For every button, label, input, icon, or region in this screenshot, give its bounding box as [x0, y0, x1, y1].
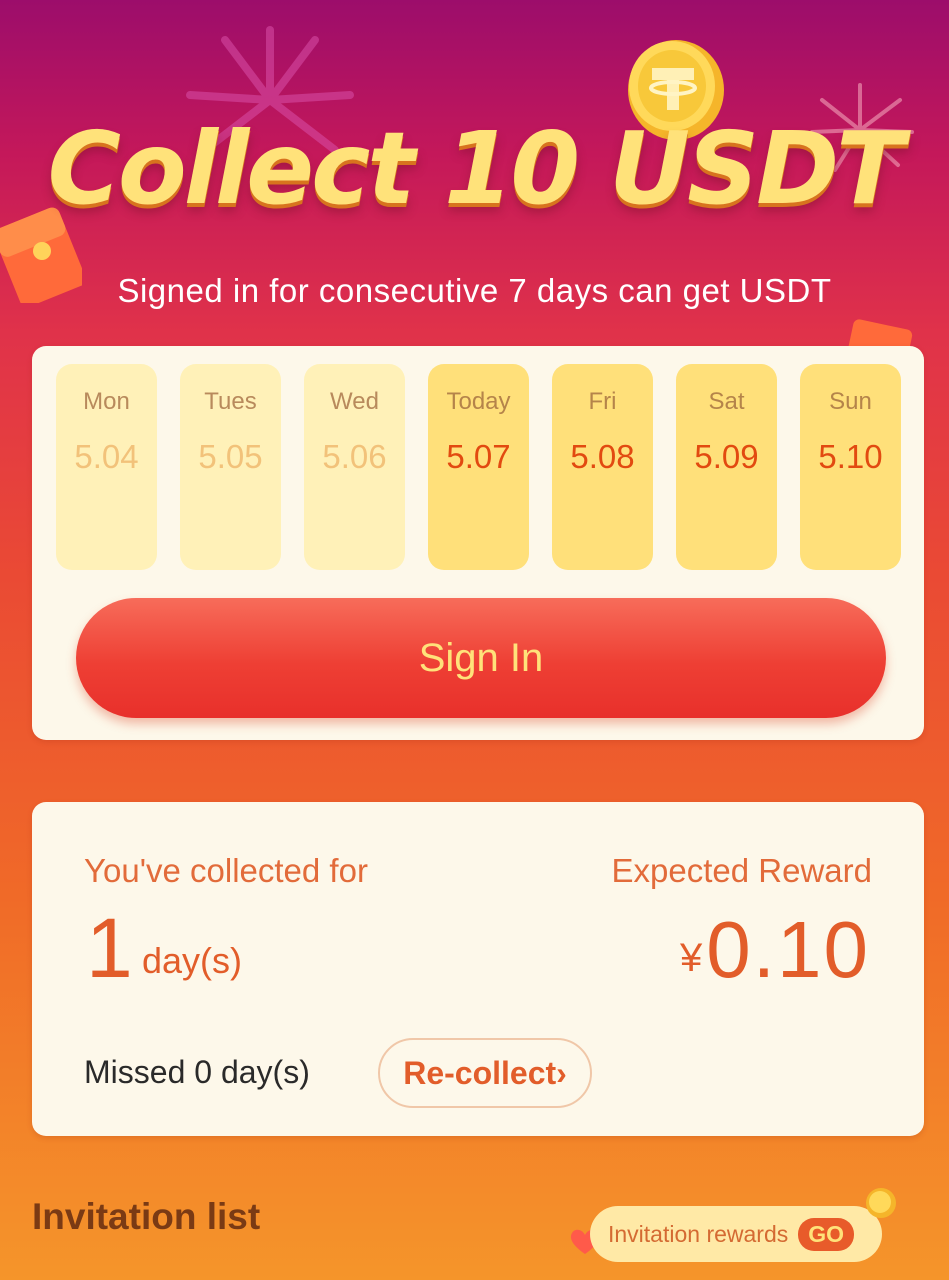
day-name: Tues [204, 388, 257, 415]
expected-reward-amount: ¥0.10 [680, 904, 870, 996]
sign-in-button[interactable]: Sign In [76, 598, 886, 718]
page-subtitle: Signed in for consecutive 7 days can get… [117, 272, 832, 309]
invitation-rewards-label: Invitation rewards [608, 1220, 789, 1247]
collected-days-unit: day(s) [142, 940, 243, 981]
day-cell-today: Today 5.07 [428, 364, 529, 570]
day-date: 5.08 [570, 438, 635, 475]
day-list: Mon 5.04 Tues 5.05 Wed 5.06 Today 5.07 F… [56, 364, 901, 570]
day-cell-mon: Mon 5.04 [56, 364, 157, 570]
day-name: Fri [588, 388, 617, 415]
go-badge: GO [798, 1217, 855, 1251]
day-name: Mon [83, 388, 130, 415]
invitation-list-title: Invitation list [32, 1196, 261, 1237]
invitation-rewards-button[interactable]: Invitation rewards GO [590, 1206, 882, 1262]
day-name: Today [446, 388, 511, 415]
day-name: Sat [708, 388, 745, 415]
day-cell-fri: Fri 5.08 [552, 364, 653, 570]
day-date: 5.06 [322, 438, 387, 475]
collected-label: You've collected for [84, 852, 368, 889]
collected-days-count: 1 [86, 901, 133, 995]
reward-value: 0.10 [706, 905, 870, 994]
page-title: Collect 10 USDT [47, 110, 905, 227]
day-cell-wed: Wed 5.06 [304, 364, 405, 570]
day-date: 5.04 [74, 438, 139, 475]
collection-stats-card: You've collected for 1 day(s) Expected R… [32, 802, 924, 1136]
day-name: Wed [330, 388, 379, 415]
expected-reward-label: Expected Reward [611, 852, 872, 889]
sign-in-calendar-card: Mon 5.04 Tues 5.05 Wed 5.06 Today 5.07 F… [32, 346, 924, 740]
day-date: 5.10 [818, 438, 883, 475]
small-coin-icon [866, 1188, 896, 1218]
missed-days-text: Missed 0 day(s) [84, 1054, 310, 1090]
day-date: 5.09 [694, 438, 759, 475]
day-cell-sat: Sat 5.09 [676, 364, 777, 570]
currency-symbol: ¥ [680, 936, 705, 980]
day-cell-tues: Tues 5.05 [180, 364, 281, 570]
day-cell-sun: Sun 5.10 [800, 364, 901, 570]
day-date: 5.05 [198, 438, 263, 475]
day-name: Sun [829, 388, 872, 415]
day-date: 5.07 [446, 438, 511, 475]
recollect-button[interactable]: Re-collect› [378, 1038, 592, 1108]
